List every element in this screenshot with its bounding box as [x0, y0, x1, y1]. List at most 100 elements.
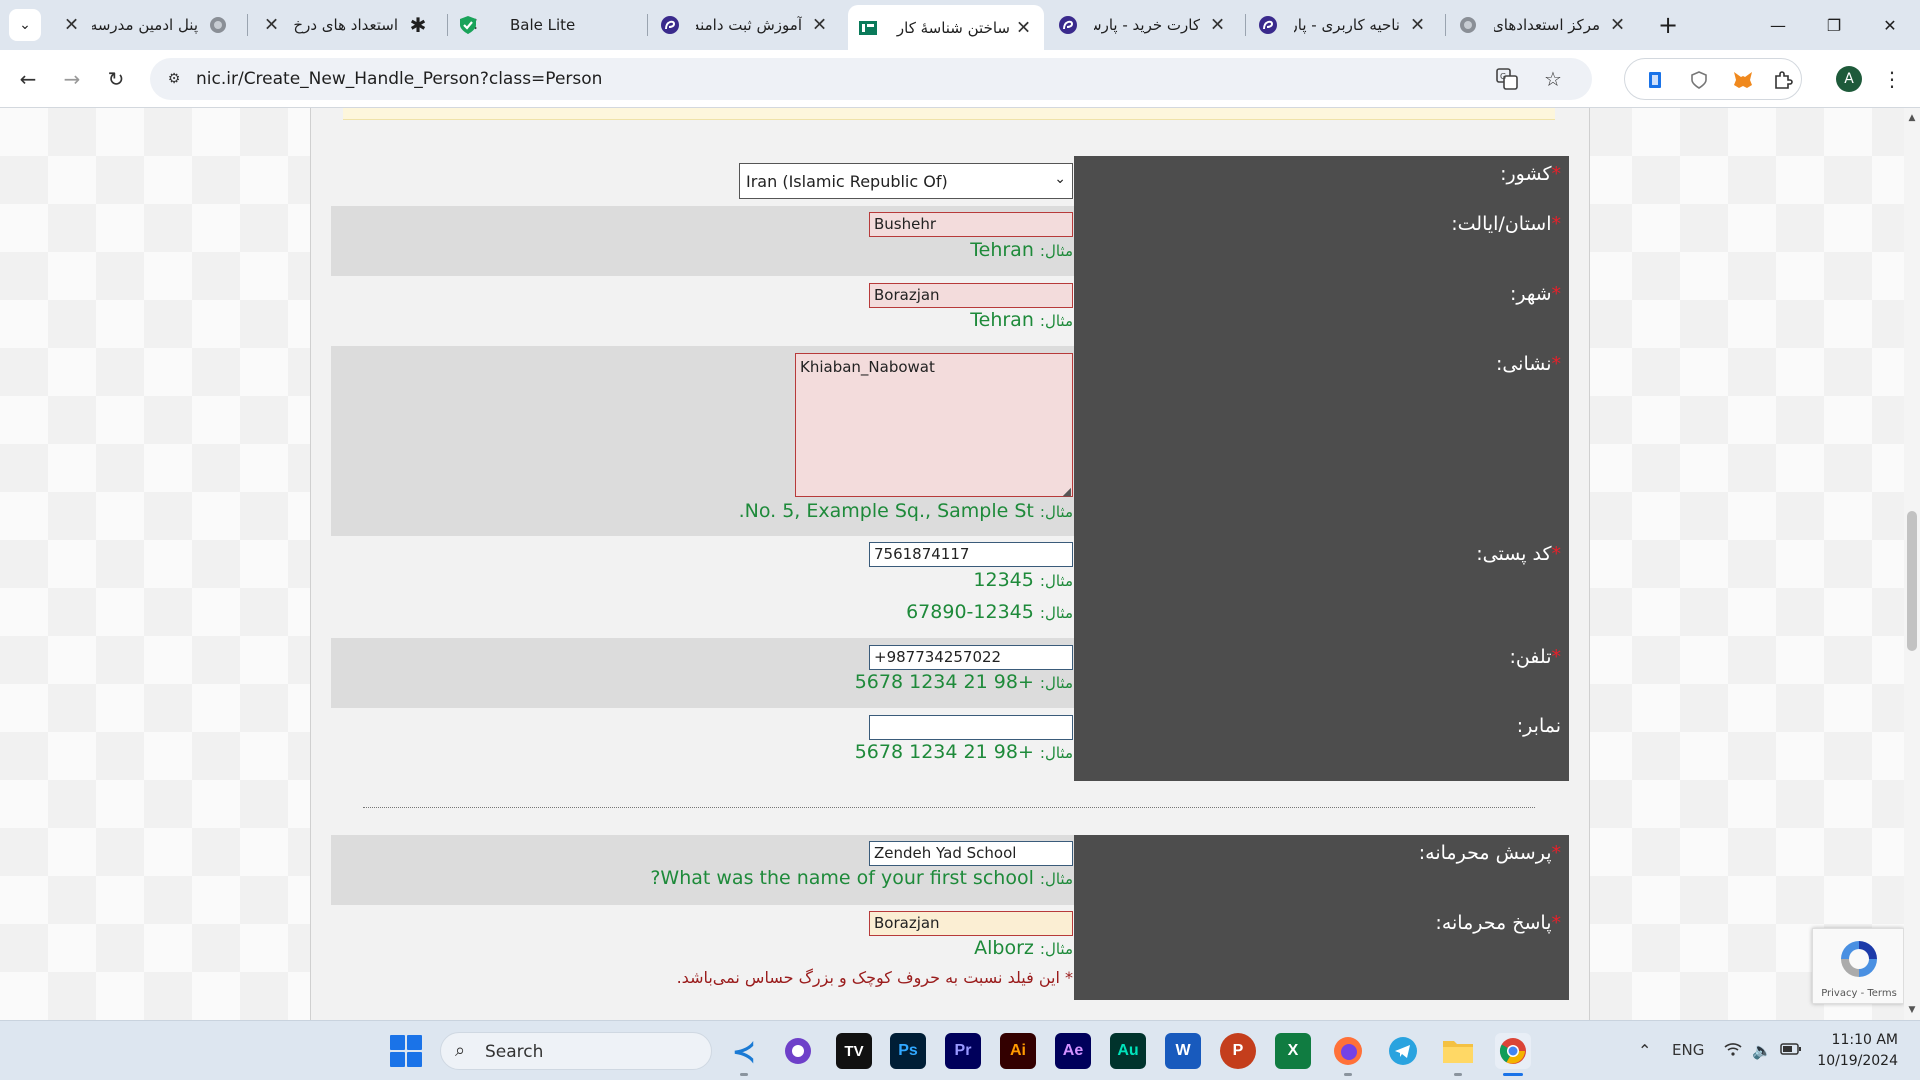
forward-button[interactable]: → [56, 63, 88, 95]
province-example: مثال: Tehran [970, 239, 1073, 261]
premiere-icon[interactable]: Pr [945, 1033, 981, 1069]
address-textarea[interactable]: Khiaban_Nabowat ◢ [795, 353, 1073, 498]
close-window-button[interactable]: ✕ [1862, 0, 1918, 50]
scrollbar-thumb[interactable] [1907, 511, 1917, 651]
security-question-input[interactable]: Zendeh Yad School [869, 841, 1073, 866]
restore-button[interactable]: ❐ [1806, 0, 1862, 50]
province-input[interactable]: Bushehr [869, 212, 1073, 237]
resize-handle-icon[interactable]: ◢ [1063, 485, 1071, 498]
profile-avatar[interactable]: A [1836, 66, 1862, 92]
tab-title: مرکز استعدادهای [1494, 16, 1600, 34]
close-icon[interactable]: ✕ [1016, 17, 1031, 38]
taskbar-search[interactable]: ⌕ Search [440, 1032, 712, 1070]
powerpoint-icon[interactable]: P [1220, 1033, 1256, 1069]
province-label: *استان/ایالت: [1451, 213, 1561, 235]
telegram-icon[interactable] [1385, 1033, 1421, 1069]
audition-icon[interactable]: Au [1110, 1033, 1146, 1069]
postal-code-label: *کد پستی: [1476, 543, 1561, 565]
github-icon[interactable] [780, 1033, 816, 1069]
clock-time[interactable]: 11:10 AM [1832, 1032, 1898, 1048]
extensions-group [1624, 58, 1802, 100]
address-bar[interactable]: ⚙ nic.ir/Create_New_Handle_Person?class=… [150, 58, 1592, 100]
firefox-icon[interactable] [1330, 1033, 1366, 1069]
battery-icon[interactable] [1780, 1041, 1802, 1060]
close-icon[interactable]: ✕ [1410, 15, 1425, 36]
close-icon[interactable]: ✕ [1210, 15, 1225, 36]
language-indicator[interactable]: ENG [1672, 1041, 1704, 1059]
metamask-icon[interactable] [1731, 68, 1755, 92]
chrome-icon[interactable] [1495, 1033, 1531, 1069]
page-scrollbar[interactable]: ▲ ▼ [1904, 108, 1920, 1020]
translate-icon[interactable]: G [1494, 66, 1520, 92]
recaptcha-links[interactable]: Privacy - Terms [1813, 988, 1905, 999]
windows-taskbar: ⌕ Search ≺ TV Ps Pr Ai Ae Au W P X ⌃ ENG… [0, 1020, 1920, 1080]
close-icon[interactable]: ✕ [1610, 15, 1625, 36]
reload-button[interactable]: ↻ [100, 63, 132, 95]
word-icon[interactable]: W [1165, 1033, 1201, 1069]
phone-input[interactable]: +987734257022 [869, 645, 1073, 670]
back-button[interactable]: ← [12, 63, 44, 95]
chevron-up-icon[interactable]: ⌃ [1638, 1041, 1651, 1060]
tab-separator [447, 14, 448, 36]
volume-icon[interactable]: 🔈 [1752, 1041, 1772, 1060]
illustrator-icon[interactable]: Ai [1000, 1033, 1036, 1069]
windows-start-icon[interactable] [390, 1035, 422, 1067]
security-answer-label: *پاسخ محرمانه: [1435, 912, 1561, 934]
tab-school-admin[interactable]: ✕ پنل ادمین مدرسه [52, 7, 242, 43]
shield-check-icon [458, 15, 478, 35]
tab-search-button[interactable]: ⌄ [9, 9, 41, 41]
security-answer-input[interactable]: Borazjan [869, 911, 1073, 936]
required-mark: * [1551, 283, 1562, 305]
tab-create-handle[interactable]: ✕ ساختن شناسهٔ کار [848, 5, 1044, 50]
kebab-menu-icon[interactable]: ⋮ [1880, 63, 1904, 95]
url-text[interactable]: nic.ir/Create_New_Handle_Person?class=Pe… [196, 69, 602, 89]
new-tab-button[interactable]: + [1652, 9, 1684, 41]
vscode-icon[interactable]: ≺ [726, 1033, 762, 1069]
globe-icon [1458, 15, 1478, 35]
excel-icon[interactable]: X [1275, 1033, 1311, 1069]
tab-user-area[interactable]: ✕ ناحیه کاربری - پار [1250, 7, 1440, 43]
recaptcha-badge[interactable]: Privacy - Terms [1812, 928, 1904, 1004]
bookmark-star-icon[interactable]: ☆ [1540, 66, 1566, 92]
form-container: *کشور: *استان/ایالت: *شهر: *نشانی: *کد پ… [310, 108, 1590, 1020]
tab-strip: ⌄ ✕ پنل ادمین مدرسه ✕ استعداد های درخ ✱ … [0, 0, 1920, 50]
tab-title: ناحیه کاربری - پار [1294, 16, 1400, 34]
file-explorer-icon[interactable] [1440, 1033, 1476, 1069]
minimize-button[interactable]: — [1750, 0, 1806, 50]
close-icon[interactable]: ✕ [264, 15, 279, 36]
plus-icon: + [1657, 11, 1679, 39]
irnic-icon [858, 18, 878, 38]
close-icon[interactable]: ✕ [64, 15, 79, 36]
site-info-icon[interactable]: ⚙ [164, 69, 184, 89]
tab-title: ساختن شناسهٔ کار [896, 18, 1010, 37]
after-effects-icon[interactable]: Ae [1055, 1033, 1091, 1069]
phone-example: مثال: +98 21 1234 5678 [854, 671, 1073, 693]
reload-icon: ↻ [107, 67, 125, 91]
tab-bale-lite[interactable]: ✕ Bale Lite [452, 7, 642, 43]
photoshop-icon[interactable]: Ps [890, 1033, 926, 1069]
tab-purchase-card[interactable]: ✕ کارت خرید - پارس [1050, 7, 1240, 43]
tab-talents[interactable]: ✕ استعداد های درخ ✱ [252, 7, 442, 43]
scroll-down-icon[interactable]: ▼ [1904, 1002, 1920, 1018]
fax-input[interactable] [869, 715, 1073, 740]
scroll-up-icon[interactable]: ▲ [1904, 110, 1920, 126]
wifi-icon[interactable] [1724, 1041, 1742, 1061]
country-select[interactable]: Iran (Islamic Republic Of) ⌄ [739, 163, 1073, 199]
reading-list-icon[interactable] [1643, 68, 1667, 92]
required-mark: * [1551, 543, 1562, 565]
tab-domain-tutorial[interactable]: ✕ آموزش ثبت دامنه [652, 7, 842, 43]
svg-text:G: G [1500, 72, 1506, 81]
required-mark: * [1551, 163, 1562, 185]
country-label: *کشور: [1500, 163, 1561, 185]
tradingview-icon[interactable]: TV [836, 1033, 872, 1069]
shield-extension-icon[interactable] [1687, 68, 1711, 92]
tab-talent-center[interactable]: ✕ مرکز استعدادهای [1450, 7, 1640, 43]
required-mark: * [1551, 213, 1562, 235]
postal-code-input[interactable]: 7561874117 [869, 542, 1073, 567]
clock-date[interactable]: 10/19/2024 [1817, 1053, 1898, 1069]
arrow-left-icon: ← [19, 67, 37, 91]
puzzle-icon[interactable] [1771, 68, 1795, 92]
city-input[interactable]: Borazjan [869, 283, 1073, 308]
close-icon[interactable]: ✕ [812, 15, 827, 36]
address-label: *نشانی: [1495, 353, 1561, 375]
